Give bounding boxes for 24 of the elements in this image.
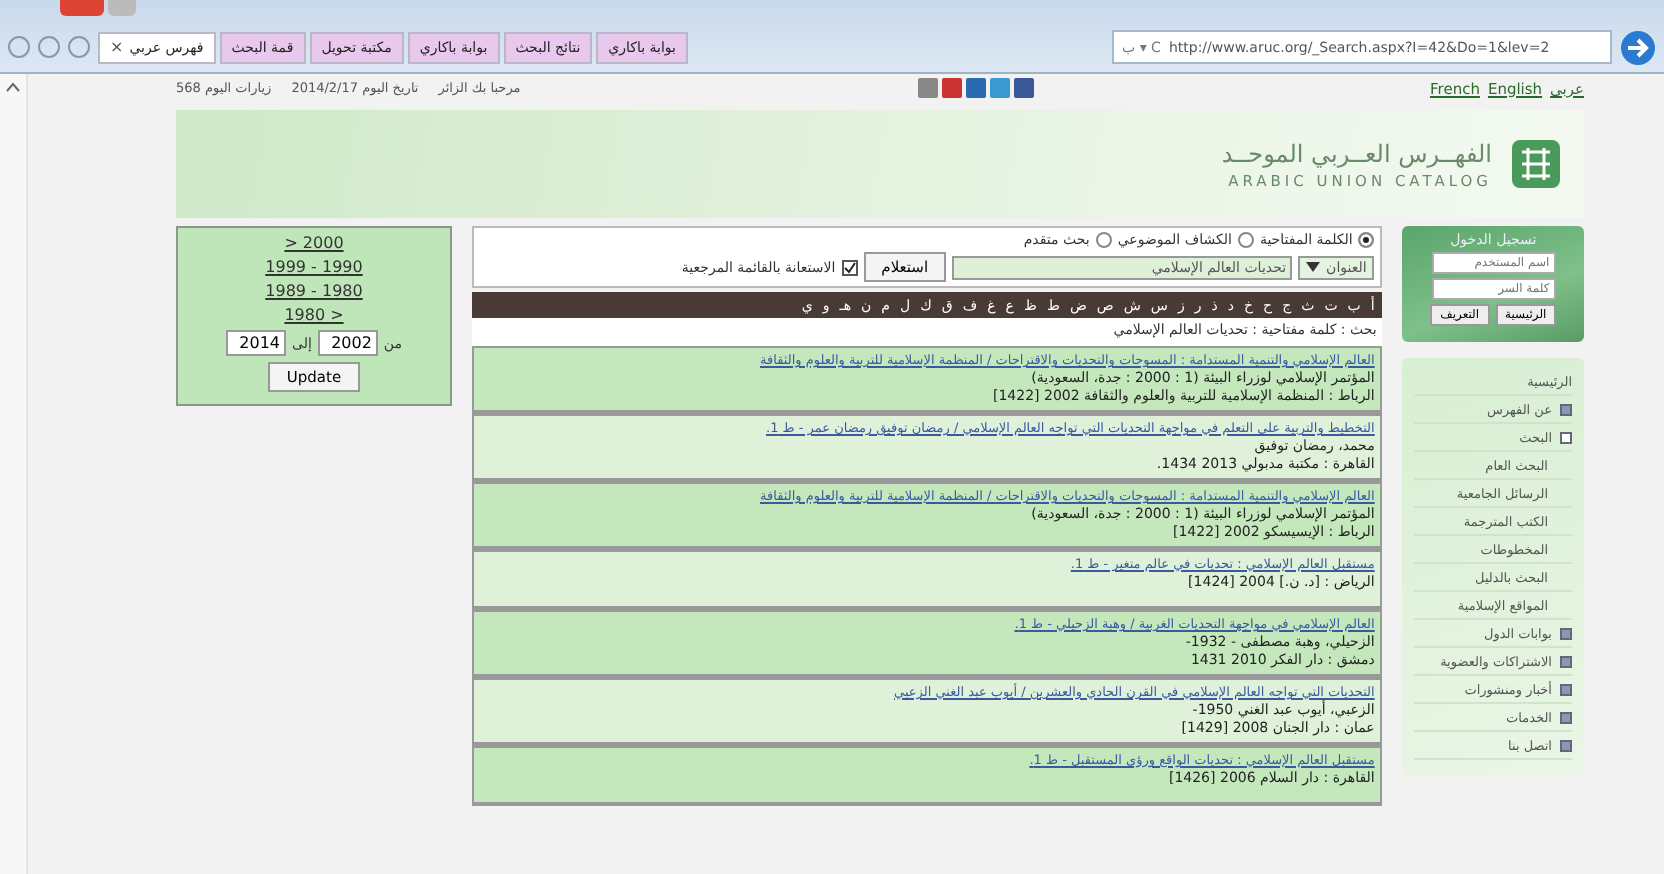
radio-button[interactable]	[1095, 232, 1112, 248]
date-range-link[interactable]: 1999 - 1990	[265, 258, 363, 276]
expand-icon[interactable]	[1560, 740, 1572, 752]
expand-icon[interactable]	[1560, 404, 1572, 416]
logo-icon	[1512, 140, 1560, 188]
tab-close-button[interactable]: ×	[110, 38, 124, 56]
expand-icon[interactable]	[1560, 712, 1572, 724]
checkbox[interactable]	[841, 259, 858, 275]
scroll-up-icon[interactable]	[6, 82, 20, 92]
date-range-link[interactable]: 1989 - 1980	[265, 282, 363, 300]
caret-icon	[1306, 262, 1321, 272]
date-range-link[interactable]: 1980 >	[284, 306, 344, 324]
site-title: الفهــرس العــربي الموحــد	[1221, 139, 1492, 167]
from-year-field[interactable]: 2002	[317, 330, 378, 356]
expand-icon[interactable]	[1560, 684, 1572, 696]
date-range-link[interactable]: > 2000	[284, 234, 344, 252]
checkmark-icon	[843, 261, 856, 273]
radio-button[interactable]	[1237, 232, 1254, 248]
to-year-field[interactable]: 2014	[226, 330, 286, 356]
radio-button[interactable]	[1358, 232, 1375, 248]
close-button[interactable]	[60, 0, 104, 16]
expand-icon[interactable]	[1560, 656, 1572, 668]
expand-icon[interactable]	[1560, 628, 1572, 640]
collapse-icon[interactable]	[1560, 432, 1572, 444]
